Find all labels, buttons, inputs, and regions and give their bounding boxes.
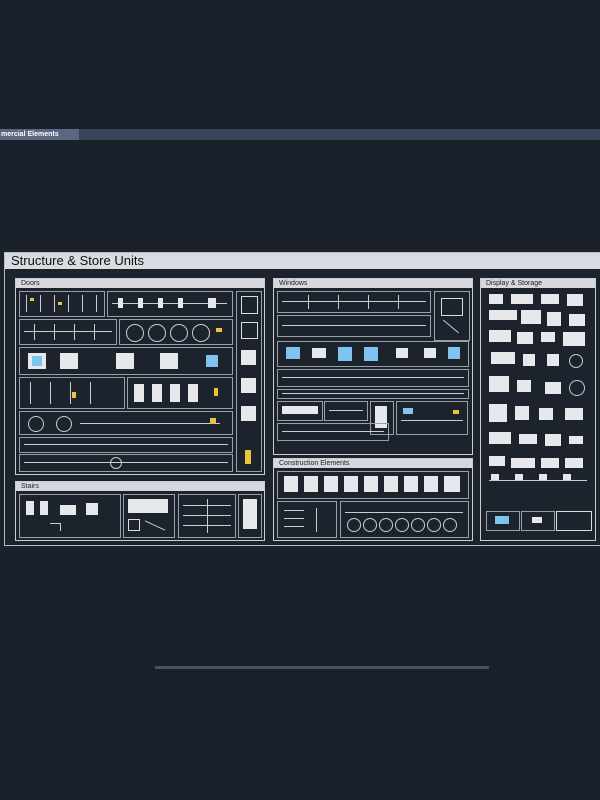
sheet-title-bar: Structure & Store Units: [5, 253, 600, 269]
doors-panel: Doors: [15, 278, 265, 475]
door-block-1[interactable]: [19, 291, 105, 317]
door-block-5[interactable]: [19, 347, 233, 375]
windows-panel: Windows: [273, 278, 473, 455]
door-block-9[interactable]: [19, 437, 233, 453]
construction-panel: Construction Elements: [273, 458, 473, 541]
stairs-panel: Stairs: [15, 481, 265, 541]
construction-block-3[interactable]: [340, 501, 469, 538]
display-block-2[interactable]: [486, 511, 520, 531]
window-block-10[interactable]: [396, 401, 468, 435]
stair-block-3[interactable]: [178, 494, 236, 538]
display-storage-panel: Display & Storage: [480, 278, 596, 541]
door-block-11[interactable]: [236, 291, 262, 472]
horizontal-scrollbar[interactable]: [155, 666, 489, 669]
document-tab-bar: mercial Elements: [0, 129, 600, 140]
stairs-panel-title: Stairs: [16, 482, 264, 491]
window-block-5[interactable]: [277, 369, 469, 387]
drawing-sheet: Structure & Store Units Doors Stairs Win…: [4, 252, 600, 546]
construction-block-1[interactable]: [277, 471, 469, 499]
window-block-4[interactable]: [277, 341, 469, 367]
door-block-6[interactable]: [19, 377, 125, 409]
door-block-10[interactable]: [19, 454, 233, 472]
window-block-2[interactable]: [277, 315, 431, 337]
construction-panel-title: Construction Elements: [274, 459, 472, 468]
display-block-3[interactable]: [521, 511, 555, 531]
construction-block-2[interactable]: [277, 501, 337, 538]
window-block-8[interactable]: [324, 401, 368, 421]
door-block-2[interactable]: [107, 291, 233, 317]
stair-block-4[interactable]: [238, 494, 262, 538]
display-storage-panel-title: Display & Storage: [481, 279, 595, 288]
display-block-4[interactable]: [556, 511, 592, 531]
door-block-3[interactable]: [19, 319, 117, 345]
door-block-4[interactable]: [119, 319, 233, 345]
windows-panel-title: Windows: [274, 279, 472, 288]
sheet-title: Structure & Store Units: [11, 253, 144, 268]
door-block-8[interactable]: [19, 411, 233, 435]
window-block-7[interactable]: [277, 401, 323, 421]
window-block-1[interactable]: [277, 291, 431, 313]
stair-block-1[interactable]: [19, 494, 121, 538]
display-block-1[interactable]: [484, 291, 592, 505]
document-tab[interactable]: mercial Elements: [0, 129, 79, 140]
window-block-11[interactable]: [277, 423, 389, 441]
window-block-6[interactable]: [277, 389, 469, 399]
doors-panel-title: Doors: [16, 279, 264, 288]
window-block-3[interactable]: [434, 291, 470, 341]
stair-block-2[interactable]: [123, 494, 175, 538]
door-block-7[interactable]: [127, 377, 233, 409]
